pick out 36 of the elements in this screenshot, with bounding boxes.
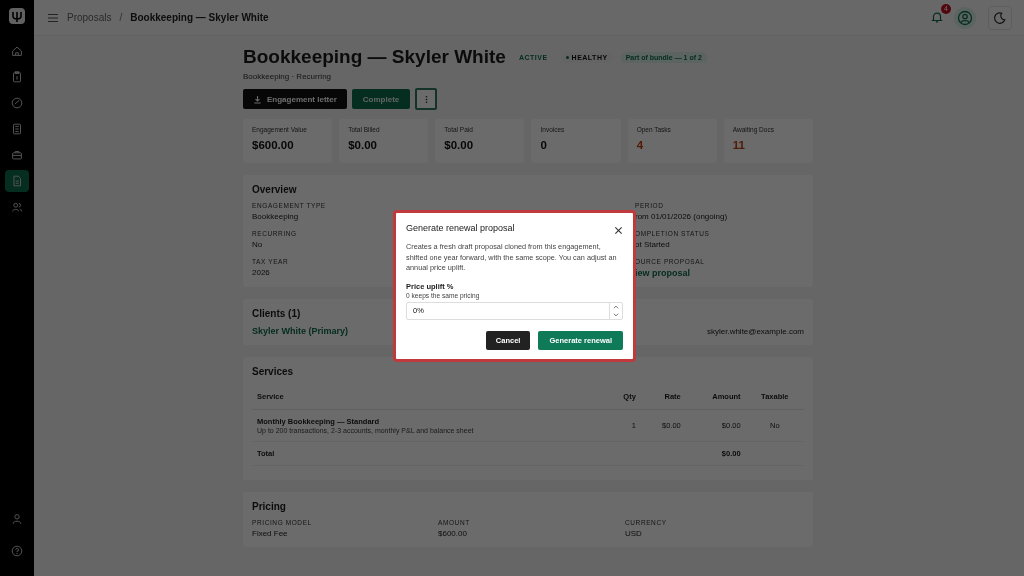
- field-value: rom 01/01/2026 (ongoing): [635, 212, 728, 221]
- field-value: No: [252, 240, 263, 249]
- field-value: $600.00: [438, 529, 467, 538]
- stat-value: 0: [540, 139, 548, 151]
- field-value: Bookkeeping: [252, 212, 299, 221]
- breadcrumb-item[interactable]: Proposals: [67, 12, 112, 23]
- page-title: Bookkeeping — Skyler White: [243, 46, 506, 68]
- complete-button[interactable]: Complete: [351, 89, 411, 109]
- field-value: Fixed Fee: [252, 529, 288, 538]
- download-icon: [253, 94, 262, 104]
- stat-value: $0.00: [444, 139, 475, 151]
- card-title: Overview: [252, 184, 297, 195]
- stat-value: $600.00: [252, 139, 295, 151]
- download-button[interactable]: Engagement letter: [243, 89, 347, 109]
- client-email: skyler.white@example.com: [706, 326, 804, 336]
- stat-value: $0.00: [348, 139, 378, 151]
- breadcrumb-item: Bookkeeping — Skyler White: [130, 12, 269, 23]
- page-subtitle: Bookkeeping · Recurring: [243, 72, 333, 81]
- stat-value: 4: [636, 139, 645, 151]
- bell-icon[interactable]: [930, 9, 944, 24]
- field-value: 2026: [252, 268, 270, 277]
- client-link[interactable]: Skyler White (Primary): [252, 326, 349, 336]
- card-title: Clients (1): [252, 308, 301, 319]
- breadcrumb-separator: /: [119, 12, 123, 23]
- link[interactable]: iew proposal: [635, 268, 690, 278]
- field-value: USD: [625, 529, 642, 538]
- menu-icon[interactable]: [47, 12, 59, 23]
- user-icon[interactable]: [954, 6, 976, 29]
- document-icon[interactable]: [5, 170, 29, 192]
- moon-icon[interactable]: [988, 5, 1012, 30]
- more-button[interactable]: [415, 88, 438, 110]
- stat-value: 11: [732, 139, 746, 151]
- card-title: Services: [252, 366, 294, 377]
- logo-icon[interactable]: [7, 6, 27, 26]
- dialog-title: Generate renewal proposal: [406, 223, 515, 233]
- card-title: Pricing: [252, 501, 286, 512]
